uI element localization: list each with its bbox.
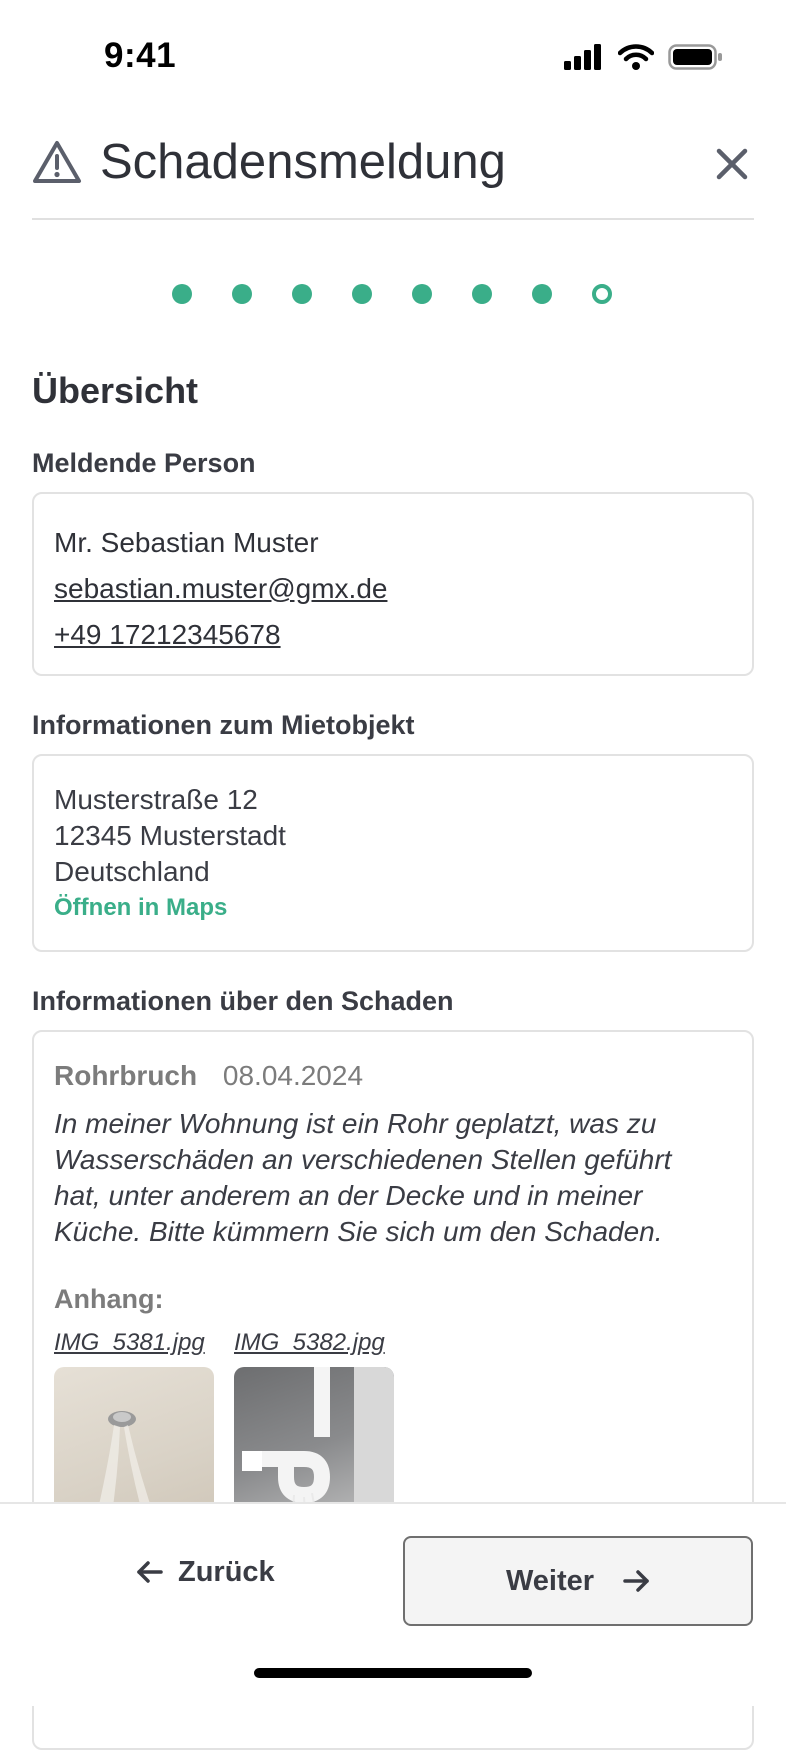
header: Schadensmeldung bbox=[32, 130, 754, 220]
property-city: 12345 Musterstadt bbox=[54, 820, 286, 851]
step-dot-completed bbox=[172, 284, 192, 304]
step-dot-current bbox=[592, 284, 612, 304]
status-time: 9:41 bbox=[104, 36, 177, 75]
arrow-left-icon bbox=[137, 1561, 163, 1583]
property-country: Deutschland bbox=[54, 856, 210, 887]
section-title: Übersicht bbox=[32, 370, 199, 411]
close-icon bbox=[716, 148, 748, 180]
page-title: Schadensmeldung bbox=[100, 135, 506, 189]
step-dot-completed bbox=[412, 284, 432, 304]
status-bar: 9:41 bbox=[0, 0, 786, 100]
reporter-email-link[interactable]: sebastian.muster@gmx.de bbox=[54, 573, 387, 604]
close-button[interactable] bbox=[710, 142, 754, 186]
attachment-filename[interactable]: IMG_5381.jpg bbox=[54, 1329, 214, 1357]
attachments-list: IMG_5381.jpg IMG_5382.jpg bbox=[54, 1329, 732, 1527]
reporter-label: Meldende Person bbox=[32, 448, 256, 478]
next-button[interactable]: Weiter bbox=[403, 1536, 753, 1626]
home-indicator bbox=[254, 1668, 532, 1678]
wifi-icon bbox=[618, 44, 654, 70]
next-button-label: Weiter bbox=[505, 1564, 595, 1597]
step-dot-completed bbox=[352, 284, 372, 304]
attachments-label: Anhang: bbox=[54, 1284, 164, 1314]
arrow-right-icon bbox=[623, 1570, 649, 1592]
attachment-item[interactable]: IMG_5381.jpg bbox=[54, 1329, 214, 1527]
step-dot-completed bbox=[472, 284, 492, 304]
damage-date: 08.04.2024 bbox=[222, 1060, 364, 1091]
footer-nav: Zurück Weiter bbox=[0, 1502, 786, 1706]
reporter-phone-link[interactable]: +49 17212345678 bbox=[54, 619, 281, 650]
damage-label: Informationen über den Schaden bbox=[32, 986, 454, 1016]
cellular-signal-icon bbox=[564, 44, 601, 70]
damage-description: In meiner Wohnung ist ein Rohr geplatzt,… bbox=[54, 1108, 672, 1247]
step-dot-completed bbox=[532, 284, 552, 304]
battery-icon bbox=[668, 44, 722, 70]
property-label: Informationen zum Mietobjekt bbox=[32, 710, 415, 740]
reporter-name: Mr. Sebastian Muster bbox=[54, 527, 319, 558]
attachment-item[interactable]: IMG_5382.jpg bbox=[234, 1329, 394, 1527]
step-dot-completed bbox=[232, 284, 252, 304]
damage-type: Rohrbruch bbox=[54, 1060, 198, 1091]
warning-icon bbox=[33, 141, 81, 183]
progress-stepper bbox=[172, 284, 612, 304]
reporter-card: Mr. Sebastian Muster sebastian.muster@gm… bbox=[32, 492, 754, 676]
property-card: Musterstraße 12 12345 Musterstadt Deutsc… bbox=[32, 754, 754, 952]
step-dot-completed bbox=[292, 284, 312, 304]
back-button-label: Zurück bbox=[178, 1555, 275, 1588]
back-button[interactable]: Zurück bbox=[136, 1544, 275, 1600]
property-street: Musterstraße 12 bbox=[54, 784, 258, 815]
open-in-maps-link[interactable]: Öffnen in Maps bbox=[54, 894, 732, 922]
attachment-filename[interactable]: IMG_5382.jpg bbox=[234, 1329, 394, 1357]
status-icons bbox=[564, 44, 724, 70]
